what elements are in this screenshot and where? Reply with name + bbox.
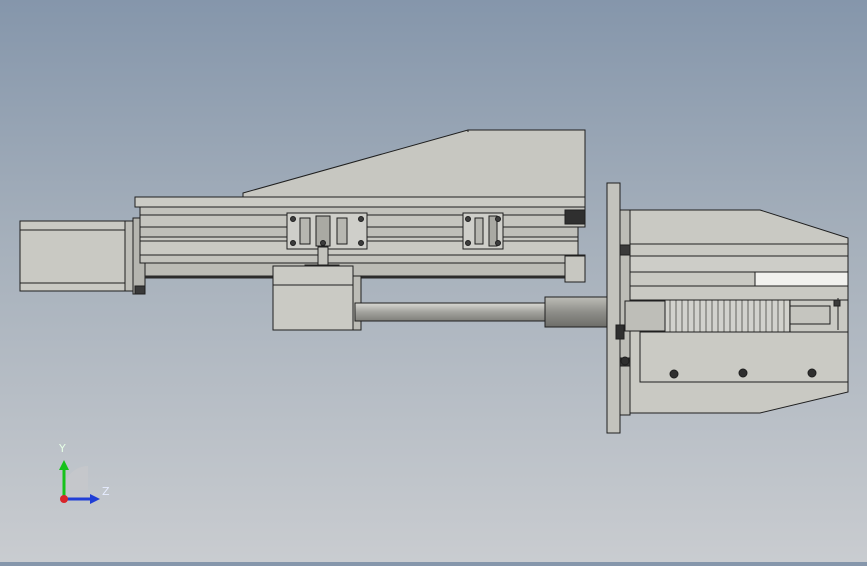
coordinate-triad[interactable]: Y Z (40, 438, 120, 510)
piston-rod (354, 296, 608, 328)
z-axis-label: Z (102, 485, 110, 498)
cad-viewport[interactable] (0, 0, 867, 562)
y-axis-label: Y (59, 442, 66, 455)
cad-model-drawing (19, 129, 849, 434)
carriage-right (462, 212, 504, 250)
axis-triad-graphic (59, 460, 100, 504)
motor-body (19, 217, 146, 295)
y-axis-arrowhead (59, 460, 69, 470)
z-axis-arrowhead (90, 494, 100, 504)
x-axis-dot (60, 495, 68, 503)
right-housing (620, 209, 849, 414)
upper-cover (242, 129, 586, 201)
slider-block (272, 265, 362, 331)
